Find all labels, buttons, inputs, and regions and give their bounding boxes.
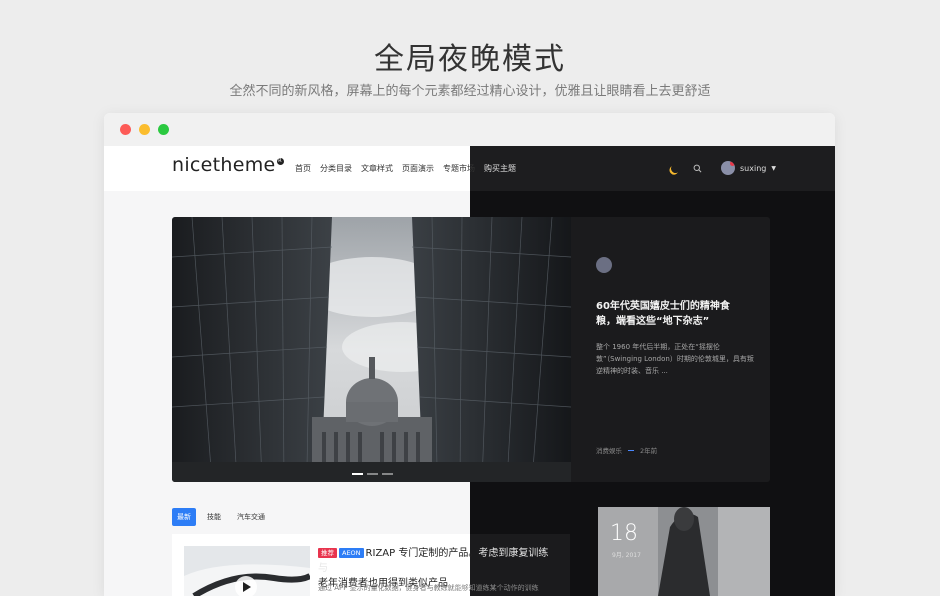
avatar (721, 161, 735, 175)
page-canvas: nicetheme R 首页 分类目录 文章样式 页面演示 专题市场 购买主题 s… (104, 146, 835, 596)
post-excerpt: 通过 APP 显示的量化数据，健身者与教练就能够知道练某个动作的训练 (318, 583, 558, 593)
play-video-icon[interactable] (235, 576, 257, 596)
post-excerpt-part1: 通过 APP 显示的量化数据，健身者与教练就 (318, 584, 455, 592)
user-menu[interactable]: suxing ▼ (721, 161, 776, 175)
menu-item-buy-theme[interactable]: 购买主题 (484, 163, 516, 174)
badge-recommend: 推荐 (318, 548, 337, 558)
hero-title: 全局夜晚模式 (374, 42, 566, 77)
slider-dot[interactable] (382, 473, 393, 475)
category-tabs: 最新 技能 汽车交通 (172, 508, 270, 526)
meta-separator (628, 449, 634, 451)
slider-dot[interactable] (367, 473, 378, 475)
main-menu: 首页 分类目录 文章样式 页面演示 专题市场 购买主题 (295, 163, 516, 174)
search-icon[interactable] (693, 164, 702, 173)
featured-image (172, 217, 571, 482)
side-card-day: 18 (610, 521, 638, 546)
site-logo[interactable]: nicetheme R (172, 154, 284, 176)
chevron-down-icon: ▼ (771, 164, 776, 172)
featured-title[interactable]: 60年代英国嬉皮士们的精神食粮，端看这些“地下杂志” (596, 299, 746, 329)
featured-meta: 消费娱乐 2年前 (596, 445, 657, 455)
post-title-part1: RIZAP 专门定制的产品。 (365, 548, 479, 559)
username: suxing (740, 163, 767, 173)
browser-window: nicetheme R 首页 分类目录 文章样式 页面演示 专题市场 购买主题 s… (104, 113, 835, 596)
navbar-dark (470, 146, 835, 191)
menu-item-post-styles[interactable]: 文章样式 (361, 163, 393, 174)
tab-latest[interactable]: 最新 (172, 508, 196, 526)
badge-tag: AEON (339, 548, 364, 558)
featured-time: 2年前 (640, 447, 658, 455)
featured-excerpt: 整个 1960 年代后半期，正处在“摇摆伦敦”（Swinging London）… (596, 343, 754, 375)
logo-text: nicetheme (172, 154, 276, 176)
featured-post[interactable]: 60年代英国嬉皮士们的精神食粮，端看这些“地下杂志” 整个 1960 年代后半期… (172, 217, 770, 482)
slider-pagination (352, 473, 393, 475)
menu-item-categories[interactable]: 分类目录 (320, 163, 352, 174)
hero-subtitle: 全然不同的新风格，屏幕上的每个元素都经过精心设计，优雅且让眼睛看上去更舒适 (229, 84, 711, 99)
menu-item-home[interactable]: 首页 (295, 163, 311, 174)
slider-dot-active[interactable] (352, 473, 363, 475)
window-titlebar (104, 113, 835, 146)
post-excerpt-part2: 能够知道练某个动作的训练 (454, 584, 539, 592)
side-card-month: 9月, 2017 (612, 552, 641, 559)
menu-item-topic-market[interactable]: 专题市场 (443, 163, 475, 174)
close-window-button[interactable] (120, 124, 131, 135)
minimize-window-button[interactable] (139, 124, 150, 135)
featured-panel: 60年代英国嬉皮士们的精神食粮，端看这些“地下杂志” 整个 1960 年代后半期… (571, 217, 770, 482)
author-avatar[interactable] (596, 257, 612, 273)
tab-skills[interactable]: 技能 (202, 508, 226, 526)
featured-category[interactable]: 消费娱乐 (596, 445, 622, 455)
registered-mark-icon: R (276, 158, 284, 165)
menu-item-page-demos[interactable]: 页面演示 (402, 163, 434, 174)
tab-auto-transport[interactable]: 汽车交通 (232, 508, 270, 526)
maximize-window-button[interactable] (158, 124, 169, 135)
